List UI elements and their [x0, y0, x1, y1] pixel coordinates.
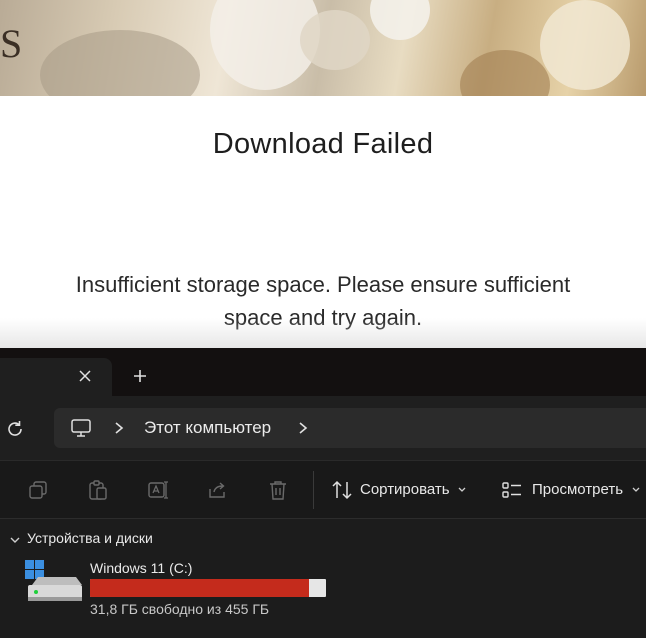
toolbar-separator: [313, 471, 314, 509]
delete-icon[interactable]: [267, 479, 289, 501]
plus-icon[interactable]: [131, 367, 149, 385]
share-icon[interactable]: [206, 479, 228, 501]
chevron-right-icon[interactable]: [112, 420, 126, 436]
breadcrumb-this-pc[interactable]: Этот компьютер: [144, 418, 271, 438]
drive-item-c[interactable]: Windows 11 (C:) 31,8 ГБ свободно из 455 …: [20, 555, 350, 631]
chevron-down-icon: [632, 487, 640, 492]
computer-icon: [71, 419, 91, 437]
group-header-devices-drives[interactable]: Устройства и диски: [27, 530, 153, 546]
drive-usage-fill: [90, 579, 310, 597]
tab-bar: [0, 348, 646, 396]
view-list-icon: [502, 482, 521, 498]
chevron-down-icon: [458, 487, 466, 492]
drive-name: Windows 11 (C:): [90, 560, 193, 576]
command-bar: Сортировать Просмотреть: [0, 460, 646, 519]
address-bar[interactable]: Этот компьютер: [54, 408, 646, 448]
download-failed-dialog: S Download Failed Insufficient storage s…: [0, 0, 646, 348]
tab-this-pc[interactable]: [0, 358, 112, 396]
chevron-down-icon[interactable]: [8, 533, 22, 547]
game-banner-image: S: [0, 0, 646, 96]
drive-usage-bar: [90, 579, 326, 597]
file-explorer-window: Этот компьютер Сортировать Просмотреть У…: [0, 348, 646, 638]
dialog-bottom-fade: [0, 318, 646, 348]
paste-icon[interactable]: [87, 479, 109, 501]
drive-free-space: 31,8 ГБ свободно из 455 ГБ: [90, 601, 270, 617]
items-view: Устройства и диски Windows 11 (C:) 31,8 …: [0, 518, 646, 638]
view-button[interactable]: Просмотреть: [501, 479, 641, 501]
view-label: Просмотреть: [532, 481, 624, 498]
rename-icon[interactable]: [147, 479, 169, 501]
sort-button[interactable]: Сортировать: [331, 479, 467, 501]
sort-label: Сортировать: [360, 481, 450, 498]
sort-icon: [332, 480, 352, 500]
chevron-right-icon[interactable]: [296, 420, 310, 436]
copy-icon[interactable]: [27, 479, 49, 501]
refresh-icon[interactable]: [4, 418, 26, 440]
game-logo: S: [0, 21, 20, 66]
close-icon[interactable]: [76, 367, 94, 385]
dialog-title: Download Failed: [212, 128, 434, 160]
windows-drive-icon: [25, 560, 82, 601]
